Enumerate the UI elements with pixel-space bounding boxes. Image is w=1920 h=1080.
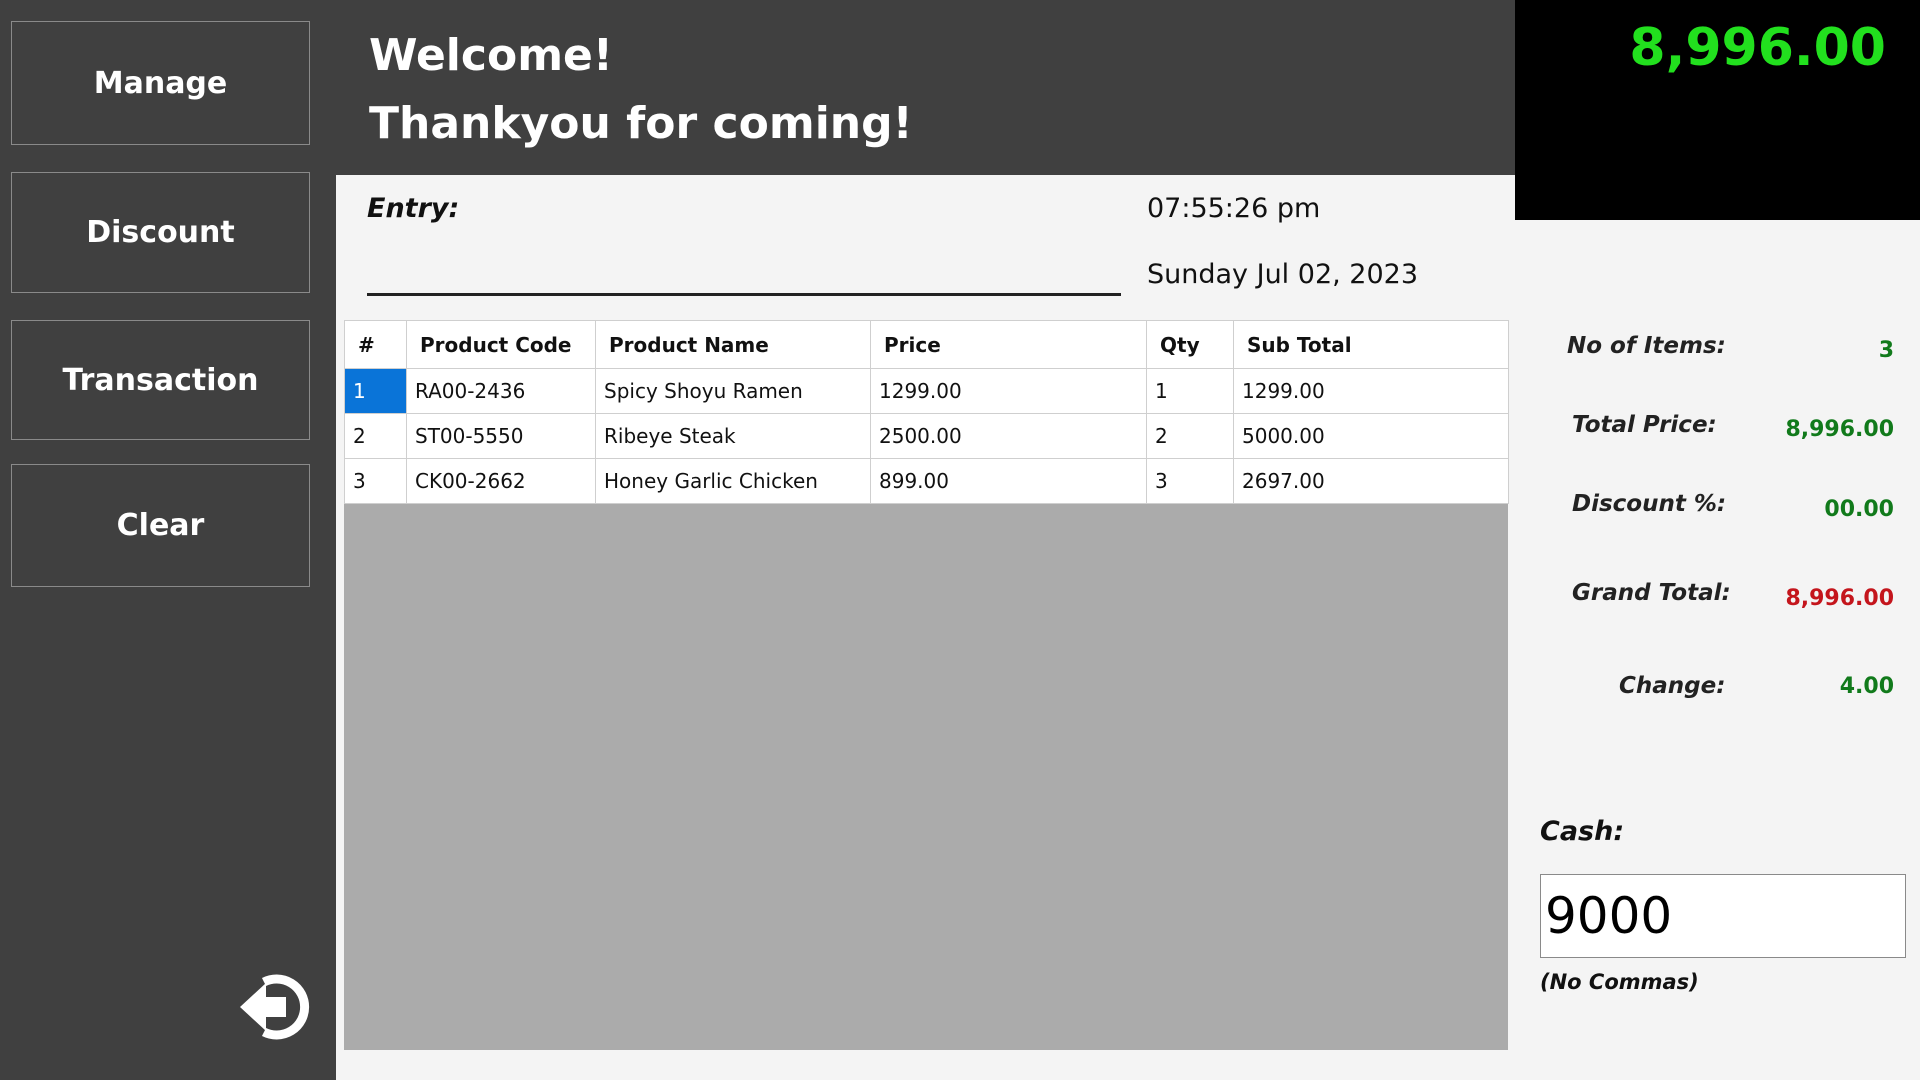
table-row[interactable]: 1 RA00-2436 Spicy Shoyu Ramen 1299.00 1 … bbox=[344, 368, 1509, 414]
display-amount: 8,996.00 bbox=[1629, 18, 1886, 78]
row-index-cell[interactable]: 1 bbox=[344, 368, 407, 414]
price-cell[interactable]: 1299.00 bbox=[870, 368, 1147, 414]
items-count-value: 3 bbox=[1878, 338, 1894, 363]
column-header-price[interactable]: Price bbox=[870, 320, 1147, 369]
column-header-product-code[interactable]: Product Code bbox=[406, 320, 596, 369]
total-price-value: 8,996.00 bbox=[1785, 417, 1894, 442]
product-code-cell[interactable]: ST00-5550 bbox=[406, 413, 596, 459]
welcome-title: Welcome! bbox=[369, 30, 613, 81]
sub-total-cell[interactable]: 5000.00 bbox=[1233, 413, 1509, 459]
table-row[interactable]: 2 ST00-5550 Ribeye Steak 2500.00 2 5000.… bbox=[344, 413, 1509, 459]
table-row[interactable]: 3 CK00-2662 Honey Garlic Chicken 899.00 … bbox=[344, 458, 1509, 504]
product-name-cell[interactable]: Spicy Shoyu Ramen bbox=[595, 368, 871, 414]
cash-input[interactable] bbox=[1540, 874, 1906, 958]
clear-button[interactable]: Clear bbox=[11, 464, 310, 587]
items-count-label: No of Items: bbox=[1567, 333, 1726, 359]
clock-time: 07:55:26 pm bbox=[1147, 193, 1321, 224]
total-display: 8,996.00 bbox=[1515, 0, 1920, 220]
grand-total-value: 8,996.00 bbox=[1785, 586, 1894, 611]
product-name-cell[interactable]: Honey Garlic Chicken bbox=[595, 458, 871, 504]
sidebar: Manage Discount Transaction Clear bbox=[0, 0, 336, 1080]
column-header-sub-total[interactable]: Sub Total bbox=[1233, 320, 1509, 369]
column-header-product-name[interactable]: Product Name bbox=[595, 320, 871, 369]
sub-total-cell[interactable]: 2697.00 bbox=[1233, 458, 1509, 504]
row-index-cell[interactable]: 3 bbox=[344, 458, 407, 504]
price-cell[interactable]: 2500.00 bbox=[870, 413, 1147, 459]
product-code-cell[interactable]: CK00-2662 bbox=[406, 458, 596, 504]
logout-arrow-icon[interactable] bbox=[234, 966, 314, 1046]
order-grid[interactable]: # Product Code Product Name Price Qty Su… bbox=[344, 320, 1509, 1050]
manage-button[interactable]: Manage bbox=[11, 21, 310, 145]
sub-total-cell[interactable]: 1299.00 bbox=[1233, 368, 1509, 414]
change-label: Change: bbox=[1619, 673, 1726, 699]
entry-label: Entry: bbox=[367, 193, 460, 224]
qty-cell[interactable]: 2 bbox=[1146, 413, 1234, 459]
discount-percent-label: Discount %: bbox=[1572, 491, 1727, 517]
qty-cell[interactable]: 3 bbox=[1146, 458, 1234, 504]
column-header-qty[interactable]: Qty bbox=[1146, 320, 1234, 369]
total-price-label: Total Price: bbox=[1572, 412, 1717, 438]
price-cell[interactable]: 899.00 bbox=[870, 458, 1147, 504]
row-index-cell[interactable]: 2 bbox=[344, 413, 407, 459]
discount-percent-value: 00.00 bbox=[1824, 497, 1894, 522]
product-code-cell[interactable]: RA00-2436 bbox=[406, 368, 596, 414]
entry-input[interactable] bbox=[367, 238, 1121, 296]
grand-total-label: Grand Total: bbox=[1572, 580, 1731, 606]
discount-button[interactable]: Discount bbox=[11, 172, 310, 293]
change-value: 4.00 bbox=[1839, 674, 1894, 699]
transaction-button[interactable]: Transaction bbox=[11, 320, 310, 440]
header-banner: Welcome! Thankyou for coming! bbox=[336, 0, 1515, 175]
column-header-index[interactable]: # bbox=[344, 320, 407, 369]
thankyou-subtitle: Thankyou for coming! bbox=[369, 98, 913, 149]
qty-cell[interactable]: 1 bbox=[1146, 368, 1234, 414]
clock-date: Sunday Jul 02, 2023 bbox=[1147, 259, 1419, 290]
cash-label: Cash: bbox=[1540, 816, 1625, 847]
cash-hint: (No Commas) bbox=[1540, 970, 1699, 994]
product-name-cell[interactable]: Ribeye Steak bbox=[595, 413, 871, 459]
table-header-row: # Product Code Product Name Price Qty Su… bbox=[344, 320, 1509, 369]
